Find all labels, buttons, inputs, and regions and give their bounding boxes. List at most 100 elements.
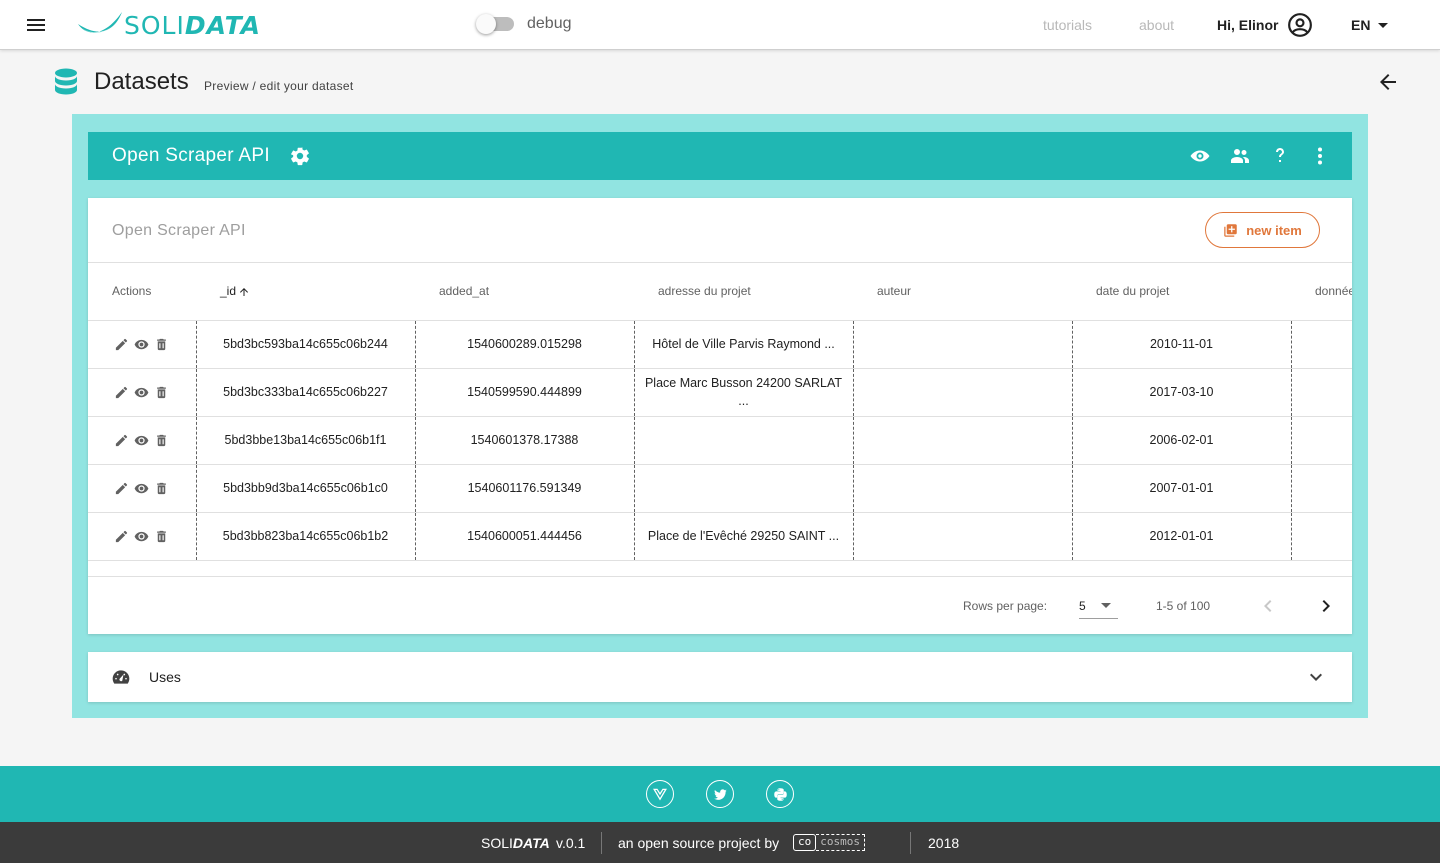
- more-vertical-icon[interactable]: [1308, 144, 1332, 168]
- python-link[interactable]: [766, 780, 794, 808]
- cell-id[interactable]: 5bd3bb9d3ba14c655c06b1c0: [195, 464, 415, 513]
- cell-donnee[interactable]: [1290, 368, 1352, 417]
- cell-added-at[interactable]: 1540601176.591349: [414, 464, 634, 513]
- nav-link-tutorials[interactable]: tutorials: [1043, 17, 1092, 33]
- cell-auteur[interactable]: [852, 320, 1072, 369]
- cell-auteur[interactable]: [852, 416, 1072, 465]
- row-action-icons: [114, 529, 190, 544]
- row-actions: [88, 320, 196, 369]
- cell-added-at[interactable]: 1540601378.17388: [414, 416, 634, 465]
- cell-adresse[interactable]: [633, 416, 853, 465]
- add-box-icon: [1224, 223, 1237, 237]
- column-header-added-at[interactable]: added_at: [415, 263, 634, 321]
- page-subtitle: Preview / edit your dataset: [204, 79, 354, 93]
- preview-eye-icon[interactable]: [1188, 144, 1212, 168]
- chevron-down-icon[interactable]: [1304, 665, 1328, 689]
- edit-pencil-icon[interactable]: [114, 529, 129, 544]
- view-eye-icon[interactable]: [134, 337, 149, 352]
- page-title: Datasets: [94, 68, 189, 95]
- delete-trash-icon[interactable]: [154, 337, 169, 352]
- delete-trash-icon[interactable]: [154, 529, 169, 544]
- footer-tagline: an open source project by: [618, 835, 780, 851]
- cell-id[interactable]: 5bd3bc333ba14c655c06b227: [195, 368, 415, 417]
- cell-id[interactable]: 5bd3bb823ba14c655c06b1b2: [195, 512, 415, 561]
- table-row[interactable]: 5bd3bbe13ba14c655c06b1f1 1540601378.17388…: [88, 416, 1352, 465]
- column-header-auteur[interactable]: auteur: [853, 263, 1072, 321]
- back-arrow-icon[interactable]: [1376, 70, 1400, 94]
- social-bar: [0, 766, 1440, 822]
- delete-trash-icon[interactable]: [154, 433, 169, 448]
- view-eye-icon[interactable]: [134, 529, 149, 544]
- cell-id[interactable]: 5bd3bc593ba14c655c06b244: [195, 320, 415, 369]
- vuejs-link[interactable]: [646, 780, 674, 808]
- uses-label: Uses: [149, 669, 181, 685]
- cell-adresse[interactable]: Hôtel de Ville Parvis Raymond ...: [633, 320, 853, 369]
- cell-date[interactable]: 2010-11-01: [1071, 320, 1291, 369]
- cell-adresse[interactable]: [633, 464, 853, 513]
- cell-auteur[interactable]: [852, 464, 1072, 513]
- column-header-donnee[interactable]: donnée: [1291, 263, 1352, 321]
- collaborators-icon[interactable]: [1228, 144, 1252, 168]
- cell-date[interactable]: 2007-01-01: [1071, 464, 1291, 513]
- footer-logo[interactable]: SOLIDATA: [481, 835, 550, 851]
- sort-ascending-icon[interactable]: [238, 286, 250, 298]
- table-row[interactable]: 5bd3bb823ba14c655c06b1b2 1540600051.44445…: [88, 512, 1352, 561]
- data-table-container: Actions _id added_at adresse du projet a…: [88, 262, 1352, 576]
- column-header-actions: Actions: [88, 263, 196, 321]
- view-eye-icon[interactable]: [134, 385, 149, 400]
- debug-toggle[interactable]: debug: [476, 14, 572, 34]
- help-icon[interactable]: [1268, 144, 1292, 168]
- cell-date[interactable]: 2006-02-01: [1071, 416, 1291, 465]
- menu-icon[interactable]: [24, 13, 48, 37]
- cell-donnee[interactable]: [1290, 320, 1352, 369]
- edit-pencil-icon[interactable]: [114, 337, 129, 352]
- prev-page-icon[interactable]: [1256, 594, 1280, 618]
- cell-donnee[interactable]: [1290, 512, 1352, 561]
- column-header-date[interactable]: date du projet: [1072, 263, 1291, 321]
- column-header-id[interactable]: _id: [196, 263, 415, 321]
- logo-text: SOLIDATA: [124, 10, 262, 40]
- table-row[interactable]: 5bd3bc333ba14c655c06b227 1540599590.44489…: [88, 368, 1352, 417]
- cell-added-at[interactable]: 1540600289.015298: [414, 320, 634, 369]
- debug-switch[interactable]: [476, 14, 514, 34]
- bottom-bar: SOLIDATA v.0.1 an open source project by…: [0, 822, 1440, 863]
- table-row[interactable]: 5bd3bc593ba14c655c06b244 1540600289.01529…: [88, 320, 1352, 369]
- cell-auteur[interactable]: [852, 368, 1072, 417]
- cell-added-at[interactable]: 1540600051.444456: [414, 512, 634, 561]
- delete-trash-icon[interactable]: [154, 385, 169, 400]
- cosmos-logo-co: co: [793, 834, 817, 851]
- view-eye-icon[interactable]: [134, 481, 149, 496]
- new-item-button[interactable]: new item: [1205, 212, 1320, 248]
- column-header-id-label: _id: [220, 284, 237, 299]
- caret-down-icon: [1378, 22, 1389, 28]
- rows-per-page-select[interactable]: 5: [1079, 591, 1118, 619]
- delete-trash-icon[interactable]: [154, 481, 169, 496]
- edit-pencil-icon[interactable]: [114, 481, 129, 496]
- cosmos-logo[interactable]: co cosmos: [793, 833, 865, 852]
- language-selector[interactable]: EN: [1351, 17, 1389, 33]
- cell-auteur[interactable]: [852, 512, 1072, 561]
- cell-date[interactable]: 2017-03-10: [1071, 368, 1291, 417]
- card-title: Open Scraper API: [112, 222, 246, 239]
- edit-pencil-icon[interactable]: [114, 433, 129, 448]
- next-page-icon[interactable]: [1314, 594, 1338, 618]
- uses-panel[interactable]: Uses: [88, 652, 1352, 702]
- cell-donnee[interactable]: [1290, 464, 1352, 513]
- table-row[interactable]: 5bd3bb9d3ba14c655c06b1c0 1540601176.59134…: [88, 464, 1352, 513]
- cell-adresse[interactable]: Place de l'Evêché 29250 SAINT ...: [633, 512, 853, 561]
- cell-donnee[interactable]: [1290, 416, 1352, 465]
- cell-adresse[interactable]: Place Marc Busson 24200 SARLAT ...: [633, 368, 853, 417]
- cell-id[interactable]: 5bd3bbe13ba14c655c06b1f1: [195, 416, 415, 465]
- account-circle-icon[interactable]: [1287, 12, 1313, 38]
- solidata-logo[interactable]: SOLIDATA: [76, 8, 261, 42]
- twitter-link[interactable]: [706, 780, 734, 808]
- cell-date[interactable]: 2012-01-01: [1071, 512, 1291, 561]
- view-eye-icon[interactable]: [134, 433, 149, 448]
- settings-gear-icon[interactable]: [289, 145, 311, 167]
- column-header-adresse[interactable]: adresse du projet: [634, 263, 853, 321]
- edit-pencil-icon[interactable]: [114, 385, 129, 400]
- nav-link-about[interactable]: about: [1139, 17, 1174, 33]
- footer-divider: [910, 832, 911, 854]
- table-header-row: Actions _id added_at adresse du projet a…: [88, 263, 1352, 321]
- cell-added-at[interactable]: 1540599590.444899: [414, 368, 634, 417]
